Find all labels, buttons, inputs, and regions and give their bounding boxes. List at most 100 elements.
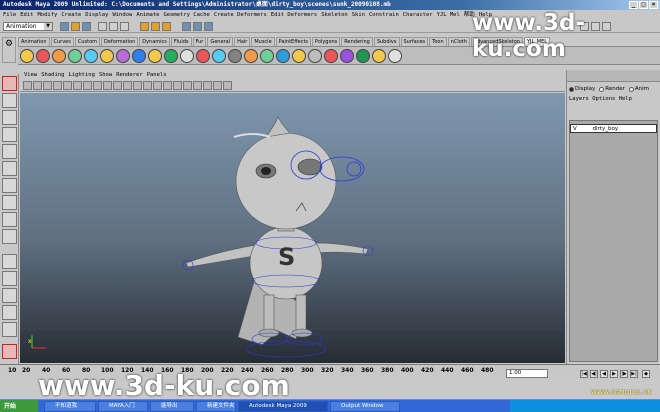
shelf-tab-rendering[interactable]: Rendering [341,37,373,46]
wireframe-on-shaded-icon[interactable] [163,81,172,90]
radio-display[interactable]: Display [569,86,595,92]
shelf-red-ball-icon[interactable] [36,49,50,63]
hypershade-layout-icon[interactable] [2,322,17,337]
start-button[interactable]: 开始 [0,400,38,412]
menu-animate[interactable]: Animate [136,10,159,20]
bookmark-icon[interactable] [43,81,52,90]
menu-edit-deformers[interactable]: Edit Deformers [271,10,317,20]
textured-icon[interactable] [173,81,182,90]
radio-render[interactable]: Render [599,86,625,92]
four-view-layout-icon[interactable] [2,271,17,286]
panel-menu-panels[interactable]: Panels [147,71,167,80]
shelf-gear-icon[interactable]: ⚙ [2,37,16,63]
select-component-icon[interactable] [120,22,129,31]
menu-skin[interactable]: Skin [352,10,365,20]
step-forward-icon[interactable]: |▶ [620,370,628,378]
taskbar-button[interactable]: 不知道我 [44,401,96,412]
shelf-tab-custom[interactable]: Custom [74,37,101,46]
panel-menu-lighting[interactable]: Lighting [68,71,95,80]
shelf-tab-deformation[interactable]: Deformation [101,37,139,46]
menu-display[interactable]: Display [85,10,108,20]
snap-point-icon[interactable] [162,22,171,31]
high-quality-icon[interactable] [203,81,212,90]
layer-menu-help[interactable]: Help [619,96,632,102]
taskbar-button-output[interactable]: Output Window [330,401,400,412]
shelf-tab-general[interactable]: General [207,37,234,46]
panel-menu-shading[interactable]: Shading [41,71,64,80]
shelf-cloud-icon[interactable] [388,49,402,63]
shelf-tab-dynamics[interactable]: Dynamics [139,37,170,46]
shelf-tab-polygons[interactable]: Polygons [312,37,341,46]
layer-menu-layers[interactable]: Layers [569,96,589,102]
shelf-tab-surfaces[interactable]: Surfaces [400,37,429,46]
manipulator-tool-icon[interactable] [2,178,17,193]
shelf-red-face-icon[interactable] [196,49,210,63]
taskbar-button[interactable]: 能导出 [150,401,194,412]
custom-layout-icon[interactable] [2,344,17,359]
shelf-tab-curves[interactable]: Curves [50,37,74,46]
menu-yjl-mel[interactable]: YJL Mel [437,10,460,20]
xray-icon[interactable] [213,81,222,90]
shelf-tab-fur[interactable]: Fur [192,37,207,46]
menu-file[interactable]: File [3,10,16,20]
single-view-layout-icon[interactable] [2,254,17,269]
shelf-purple-ball-icon[interactable] [116,49,130,63]
menu-geometry-cache[interactable]: Geometry Cache [164,10,210,20]
menu-character[interactable]: Character [403,10,433,20]
smooth-shade-icon[interactable] [153,81,162,90]
paint-select-tool-icon[interactable] [2,110,17,125]
persp-graph-layout-icon[interactable] [2,305,17,320]
play-forward-icon[interactable]: ▶ [610,370,618,378]
render-settings-icon[interactable] [204,22,213,31]
shelf-fire-icon[interactable] [244,49,258,63]
shelf-tab-subdivs[interactable]: Subdivs [373,37,400,46]
layer-menu-options[interactable]: Options [592,96,615,102]
film-gate-icon[interactable] [83,81,92,90]
shelf-water-icon[interactable] [212,49,226,63]
maximize-icon[interactable]: □ [639,1,648,9]
image-plane-icon[interactable] [53,81,62,90]
scale-tool-icon[interactable] [2,161,17,176]
shelf-white-ball-icon[interactable] [180,49,194,63]
layer-visibility-toggle[interactable]: V [573,126,577,132]
ipr-render-icon[interactable] [193,22,202,31]
panel-menu-renderer[interactable]: Renderer [116,71,143,80]
step-back-icon[interactable]: ◀| [590,370,598,378]
camera-attributes-icon[interactable] [33,81,42,90]
shelf-tab-animation[interactable]: Animation [18,37,50,46]
panel-menu-show[interactable]: Show [99,71,112,80]
shelf-globe-icon[interactable] [276,49,290,63]
safe-title-icon[interactable] [133,81,142,90]
shelf-cyan-ball-icon[interactable] [84,49,98,63]
persp-outliner-layout-icon[interactable] [2,288,17,303]
shelf-sun-icon[interactable] [292,49,306,63]
play-back-icon[interactable]: ◀ [600,370,608,378]
panel-menu-view[interactable]: View [24,71,37,80]
menu-edit[interactable]: Edit [20,10,33,20]
snap-grid-icon[interactable] [140,22,149,31]
shelf-star-icon[interactable] [148,49,162,63]
current-frame-field[interactable]: 1.00 [506,369,548,378]
menu-constrain[interactable]: Constrain [369,10,399,20]
shelf-tab-toon[interactable]: Toon [429,37,447,46]
menu-create[interactable]: Create [61,10,81,20]
taskbar-button[interactable]: MAYA入门 [98,401,148,412]
lasso-tool-icon[interactable] [2,93,17,108]
shelf-tab-ncloth[interactable]: nCloth [447,37,470,46]
resolution-gate-icon[interactable] [93,81,102,90]
render-icon[interactable] [182,22,191,31]
go-to-end-icon[interactable]: ▶| [630,370,638,378]
shelf-coin-icon[interactable] [372,49,386,63]
camera-icon[interactable] [23,81,32,90]
last-tool-icon[interactable] [2,229,17,244]
soft-mod-tool-icon[interactable] [2,195,17,210]
menu-window[interactable]: Window [112,10,132,20]
show-manipulator-icon[interactable] [2,212,17,227]
shelf-green-ball-icon[interactable] [68,49,82,63]
perspective-viewport[interactable]: x S [20,93,565,363]
rotate-tool-icon[interactable] [2,144,17,159]
menu-skeleton[interactable]: Skeleton [321,10,348,20]
shelf-tree-icon[interactable] [356,49,370,63]
shelf-tab-fluids[interactable]: Fluids [170,37,192,46]
gate-mask-icon[interactable] [103,81,112,90]
